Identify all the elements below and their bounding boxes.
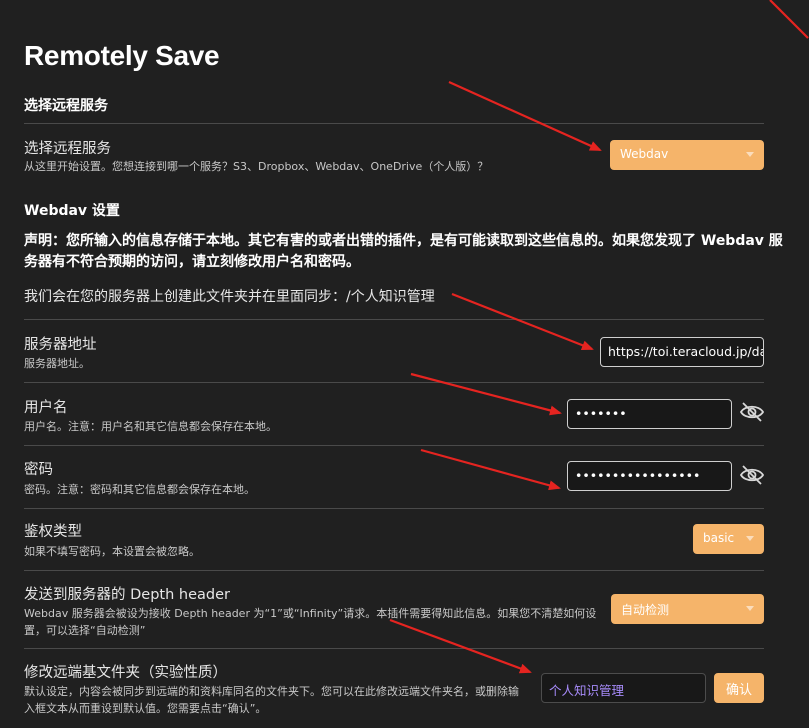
divider [24, 123, 764, 124]
depth-header-select[interactable]: 自动检测 [611, 594, 764, 624]
divider [24, 382, 764, 383]
auth-setting-desc: 如果不填写密码，本设置会被忽略。 [24, 545, 200, 558]
annotation-arrow [769, 0, 809, 39]
chevron-down-icon [746, 606, 754, 611]
auth-select-value: basic [703, 531, 735, 545]
eye-off-icon[interactable] [739, 401, 765, 423]
divider [24, 570, 764, 571]
chevron-down-icon [746, 152, 754, 157]
eye-off-icon[interactable] [739, 464, 765, 486]
username-setting-desc: 用户名。注意：用户名和其它信息都会保存在本地。 [24, 420, 277, 433]
annotation-arrow [451, 292, 594, 351]
password-setting-desc: 密码。注意：密码和其它信息都会保存在本地。 [24, 483, 255, 496]
depth-setting-name: 发送到服务器的 Depth header [24, 587, 230, 603]
auth-type-select[interactable]: basic [693, 524, 764, 554]
auth-setting-name: 鉴权类型 [24, 524, 82, 540]
service-section-heading: 选择远程服务 [24, 98, 108, 114]
service-select[interactable]: Webdav [610, 140, 764, 170]
divider [24, 648, 764, 649]
username-setting-name: 用户名 [24, 400, 68, 416]
webdav-section-heading: Webdav 设置 [24, 203, 120, 219]
password-input[interactable]: ••••••••••••••••• [567, 461, 732, 491]
password-setting-name: 密码 [24, 462, 53, 478]
annotation-arrow [420, 448, 561, 491]
chevron-down-icon [746, 536, 754, 541]
depth-setting-desc: Webdav 服务器会被设为接收 Depth header 为“1”或“Infi… [24, 607, 597, 637]
remote-base-folder-input[interactable]: 个人知识管理 [541, 673, 706, 703]
depth-select-value: 自动检测 [621, 603, 670, 617]
webdav-warning: 声明：您所输入的信息存储于本地。其它有害的或者出错的插件，是有可能读取到这些信息… [24, 233, 783, 270]
service-setting-name: 选择远程服务 [24, 141, 111, 157]
webdav-folder-note: 我们会在您的服务器上创建此文件夹并在里面同步：/个人知识管理 [24, 289, 435, 305]
server-address-input[interactable]: https://toi.teracloud.jp/da [600, 337, 764, 367]
divider [24, 445, 764, 446]
annotation-arrow [410, 372, 562, 416]
username-input[interactable]: ••••••• [567, 399, 732, 429]
server-setting-name: 服务器地址 [24, 337, 97, 353]
remote-base-setting-desc: 默认设定，内容会被同步到远端的和资料库同名的文件夹下。您可以在此修改远端文件夹名… [24, 685, 519, 715]
page-title: Remotely Save [24, 40, 220, 71]
divider [24, 508, 764, 509]
service-select-value: Webdav [620, 147, 669, 161]
divider [24, 319, 764, 320]
server-setting-desc: 服务器地址。 [24, 357, 90, 370]
service-setting-desc: 从这里开始设置。您想连接到哪一个服务？S3、Dropbox、Webdav、One… [24, 160, 489, 173]
annotation-arrow [448, 80, 602, 152]
remote-base-setting-name: 修改远端基文件夹（实验性质） [24, 665, 227, 681]
settings-page: Remotely Save 选择远程服务 选择远程服务 从这里开始设置。您想连接… [0, 0, 809, 728]
confirm-button[interactable]: 确认 [714, 673, 764, 703]
